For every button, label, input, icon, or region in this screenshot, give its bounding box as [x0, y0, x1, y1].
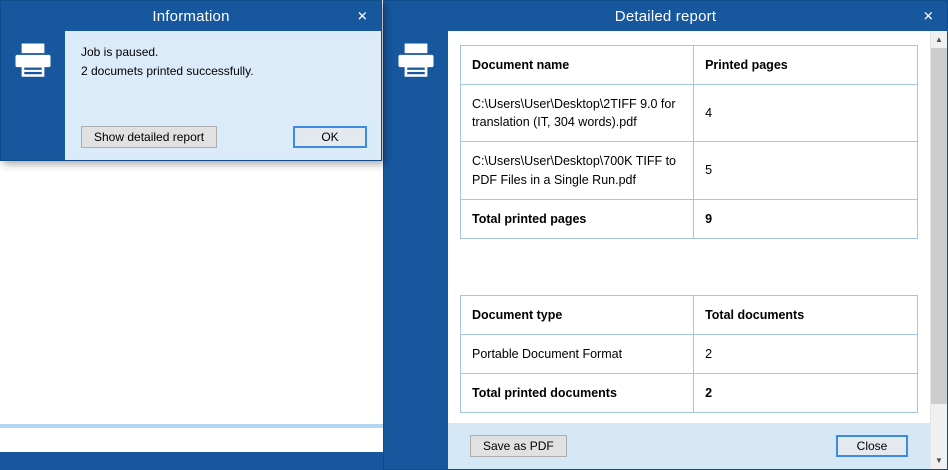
table-header-row: Document type Total documents [459, 294, 918, 335]
message-line-2: 2 documets printed successfully. [81, 63, 254, 78]
table-row: Portable Document Format 2 [459, 333, 918, 375]
table-header-row: Document name Printed pages [459, 44, 918, 86]
detailed-report-dialog: Detailed report ✕ Document name Printed … [383, 0, 948, 470]
info-content: Job is paused. 2 documets printed succes… [65, 31, 381, 160]
close-button[interactable]: Close [836, 435, 908, 457]
table-total-row: Total printed pages 9 [459, 198, 918, 239]
scrollbar-thumb[interactable] [931, 48, 947, 404]
document-name-cell: C:\Users\User\Desktop\2TIFF 9.0 for tran… [459, 84, 695, 143]
ok-button[interactable]: OK [293, 126, 367, 148]
total-documents-label: Total printed documents [459, 372, 695, 414]
printed-pages-cell: 5 [693, 141, 918, 200]
screen: Detailed report ✕ Document name Printed … [0, 0, 948, 470]
table-row: C:\Users\User\Desktop\2TIFF 9.0 for tran… [459, 84, 918, 143]
information-close-icon[interactable]: ✕ [357, 10, 368, 23]
printer-icon [12, 40, 54, 82]
document-name-cell: C:\Users\User\Desktop\700K TIFF to PDF F… [459, 141, 695, 200]
document-types-table: Document type Total documents Portable D… [459, 294, 918, 414]
document-type-cell: Portable Document Format [459, 333, 695, 375]
report-tables-area: Document name Printed pages C:\Users\Use… [448, 31, 930, 423]
message-line-1: Job is paused. [81, 45, 159, 59]
total-pages-label: Total printed pages [459, 198, 695, 239]
table-total-row: Total printed documents 2 [459, 372, 918, 414]
total-pages-value: 9 [693, 198, 918, 239]
total-documents-value: 2 [693, 372, 918, 414]
scrollbar-track[interactable] [931, 48, 947, 452]
document-count-cell: 2 [693, 333, 918, 375]
column-header-document-type: Document type [459, 294, 695, 335]
report-button-bar: Save as PDF Close [448, 423, 930, 469]
background-window-bottom-bar [0, 452, 383, 470]
detailed-report-close-icon[interactable]: ✕ [923, 10, 934, 23]
tables-spacer [460, 239, 918, 295]
column-header-total-documents: Total documents [693, 294, 918, 335]
information-titlebar[interactable]: Information ✕ [1, 1, 381, 31]
detailed-report-title: Detailed report [614, 7, 717, 25]
show-detailed-report-button[interactable]: Show detailed report [81, 126, 218, 148]
detailed-report-titlebar[interactable]: Detailed report ✕ [384, 1, 947, 31]
info-printer-panel [1, 31, 65, 160]
scroll-down-icon[interactable]: ▼ [931, 452, 947, 469]
column-header-document-name: Document name [459, 44, 695, 86]
background-window-edge [0, 424, 383, 428]
printed-pages-table: Document name Printed pages C:\Users\Use… [459, 44, 918, 239]
table-row: C:\Users\User\Desktop\700K TIFF to PDF F… [459, 141, 918, 200]
scroll-up-icon[interactable]: ▲ [931, 31, 947, 48]
report-printer-panel [384, 31, 448, 469]
save-as-pdf-button[interactable]: Save as PDF [470, 435, 567, 457]
information-dialog: Information ✕ Job is paused. 2 documets … [0, 0, 382, 161]
printed-pages-cell: 4 [693, 84, 918, 143]
information-title: Information [152, 7, 230, 25]
printer-icon [395, 40, 437, 82]
report-content: Document name Printed pages C:\Users\Use… [448, 31, 930, 469]
column-header-printed-pages: Printed pages [693, 44, 918, 86]
vertical-scrollbar[interactable]: ▲ ▼ [930, 31, 947, 469]
